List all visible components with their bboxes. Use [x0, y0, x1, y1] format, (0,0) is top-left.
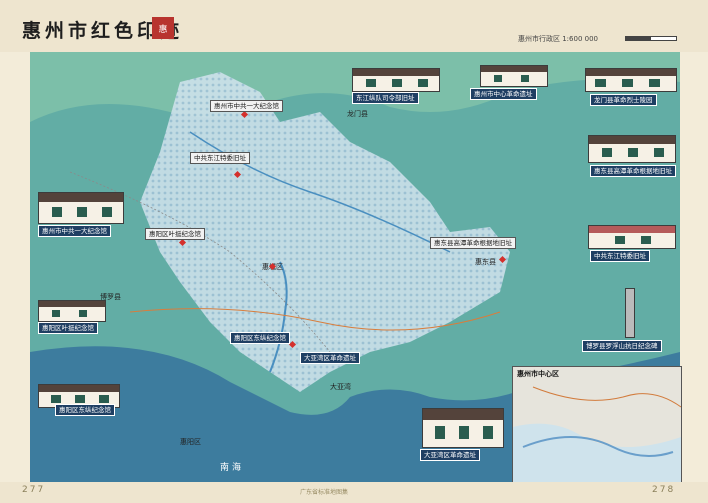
page-header: 惠州市红色印迹 惠 惠州市行政区 1:600 000: [0, 0, 708, 52]
building-illustration: [38, 192, 124, 224]
page-footer: [0, 482, 708, 503]
footer-text: 广东省标准地图集: [300, 489, 349, 496]
place-sea: 南海: [220, 463, 245, 473]
site-label[interactable]: 中共东江特委旧址: [190, 152, 250, 164]
site-label[interactable]: 惠东县高潭革命根据地旧址: [430, 237, 516, 249]
monument-illustration: [625, 288, 635, 338]
site-callout[interactable]: 博罗县罗浮山抗日纪念碑: [582, 340, 662, 352]
building-illustration: [588, 135, 676, 163]
building-illustration: [38, 300, 106, 322]
building-illustration: [588, 225, 676, 249]
inset-map[interactable]: 惠州市中心区: [512, 366, 682, 484]
site-callout[interactable]: 惠阳区东纵纪念馆: [55, 404, 115, 416]
map-page: 惠州市红色印迹 惠 惠州市行政区 1:600 000 惠城区 龙门县 博罗县: [0, 0, 708, 503]
site-label[interactable]: 惠阳区叶挺纪念馆: [145, 228, 205, 240]
building-illustration: [352, 68, 440, 92]
site-callout[interactable]: 龙门县革命烈士陵园: [590, 94, 657, 106]
site-callout[interactable]: 惠州市中心革命遗址: [470, 88, 537, 100]
seal-icon: 惠: [152, 17, 174, 39]
site-callout[interactable]: 惠东县高潭革命根据地旧址: [590, 165, 676, 177]
site-callout[interactable]: 东江纵队司令部旧址: [352, 92, 419, 104]
site-callout[interactable]: 中共东江特委旧址: [590, 250, 650, 262]
site-callout[interactable]: 惠州市中共一大纪念馆: [38, 225, 111, 237]
inset-canvas: [513, 367, 681, 483]
building-illustration: [480, 65, 548, 87]
page-number-left: 277: [22, 485, 46, 495]
site-callout[interactable]: 惠阳区叶挺纪念馆: [38, 322, 98, 334]
place-huiyang: 惠阳区: [180, 438, 201, 446]
scale-bar: [625, 36, 677, 41]
place-longmen: 龙门县: [347, 110, 368, 118]
site-callout[interactable]: 大亚湾区革命遗址: [420, 449, 480, 461]
site-callout[interactable]: 大亚湾区革命遗址: [300, 352, 360, 364]
page-number-right: 278: [652, 485, 676, 495]
place-huidong: 惠东县: [475, 258, 496, 266]
building-illustration: [422, 408, 504, 448]
map-scale: 惠州市行政区 1:600 000: [518, 35, 598, 43]
site-label[interactable]: 惠州市中共一大纪念馆: [210, 100, 283, 112]
building-illustration: [585, 68, 677, 92]
place-daya-bay: 大亚湾: [330, 383, 351, 391]
site-callout[interactable]: 惠阳区东纵纪念馆: [230, 332, 290, 344]
inset-title: 惠州市中心区: [517, 370, 559, 378]
